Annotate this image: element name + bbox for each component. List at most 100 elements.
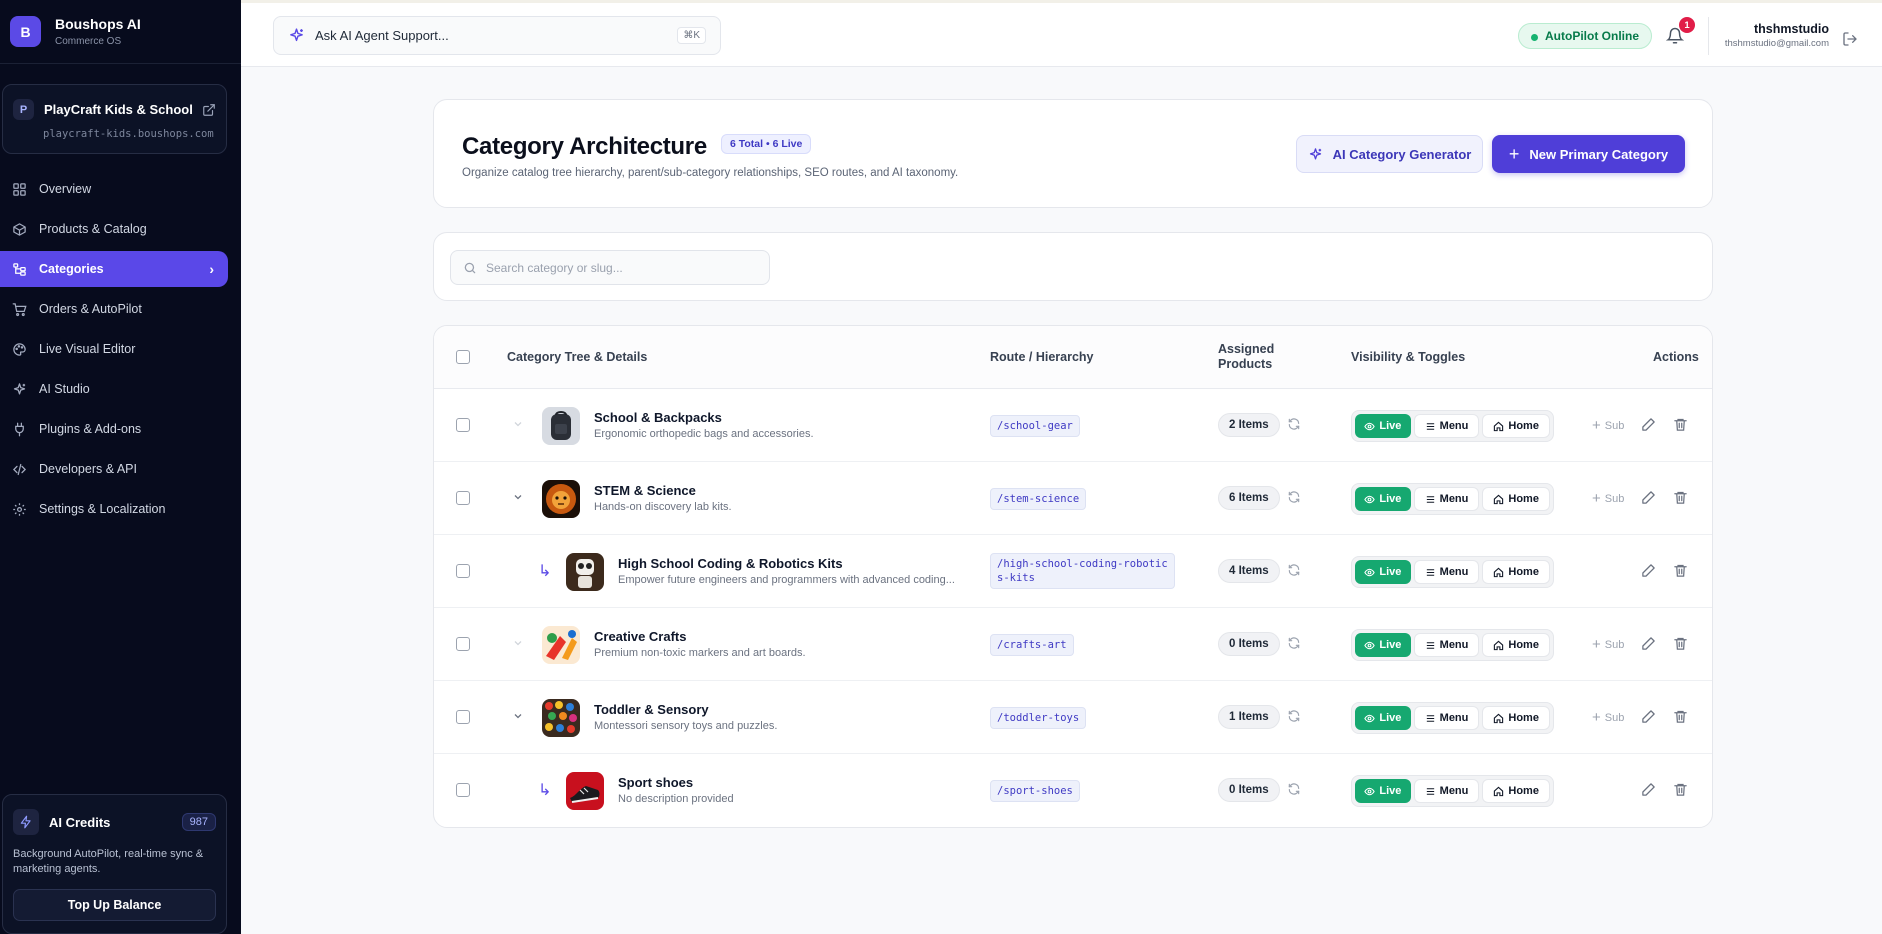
trash-icon[interactable] [1673,417,1688,432]
top-up-button[interactable]: Top Up Balance [13,889,216,921]
ask-ai-label: Ask AI Agent Support... [315,28,449,43]
menu-icon [1426,568,1434,576]
ask-ai-support[interactable]: Ask AI Agent Support... ⌘K [273,16,721,55]
category-name: Toddler & Sensory [594,702,709,717]
sidebar-item-label: Developers & API [39,462,137,476]
trash-icon[interactable] [1673,563,1688,578]
sidebar-item-developers[interactable]: Developers & API [0,451,228,487]
new-primary-category-button[interactable]: + New Primary Category [1492,135,1685,173]
sidebar-item-products[interactable]: Products & Catalog [0,211,228,247]
table-row[interactable]: ↳ High School Coding & Robotics Kits Emp… [434,535,1712,608]
trash-icon[interactable] [1673,636,1688,651]
store-url: playcraft-kids.boushops.com [43,128,214,140]
live-toggle[interactable]: Live [1355,414,1411,438]
table-row[interactable]: Creative Crafts Premium non-toxic marker… [434,608,1712,681]
table-row[interactable]: ↳ Sport shoes No description provided /s… [434,754,1712,827]
ai-category-generator-button[interactable]: AI Category Generator [1296,135,1483,173]
sparkle-icon [1309,147,1321,159]
row-checkbox[interactable] [456,418,470,432]
table-row[interactable]: Toddler & Sensory Montessori sensory toy… [434,681,1712,754]
category-thumbnail [542,626,580,664]
eye-icon [1364,714,1376,722]
chevron-down-icon[interactable] [512,491,524,503]
logout-icon[interactable] [1842,31,1858,47]
external-link-icon[interactable] [202,103,216,117]
route-slug: /stem-science [990,488,1087,510]
trash-icon[interactable] [1673,709,1688,724]
add-subcategory-button[interactable]: + Sub [1592,417,1624,434]
home-toggle[interactable]: Home [1482,414,1550,438]
menu-toggle[interactable]: Menu [1413,633,1480,657]
live-toggle[interactable]: Live [1355,779,1411,803]
live-toggle[interactable]: Live [1355,560,1411,584]
count-badge: 6 Total • 6 Live [721,134,812,154]
chevron-right-icon: › [209,261,214,277]
row-checkbox[interactable] [456,491,470,505]
category-description: Ergonomic orthopedic bags and accessorie… [594,428,814,440]
chevron-down-icon[interactable] [512,710,524,722]
table-row[interactable]: STEM & Science Hands-on discovery lab ki… [434,462,1712,535]
search-box[interactable] [450,250,770,285]
chevron-down-icon[interactable] [512,637,524,649]
sync-icon[interactable] [1287,636,1301,650]
table-row[interactable]: School & Backpacks Ergonomic orthopedic … [434,389,1712,462]
sync-icon[interactable] [1287,709,1301,723]
home-toggle[interactable]: Home [1482,633,1550,657]
row-checkbox[interactable] [456,783,470,797]
sync-icon[interactable] [1287,782,1301,796]
sync-icon[interactable] [1287,490,1301,504]
search-input[interactable] [486,260,756,275]
category-description: No description provided [618,793,734,805]
pencil-icon[interactable] [1641,490,1656,505]
chevron-down-icon[interactable] [512,418,524,430]
menu-toggle[interactable]: Menu [1413,779,1480,803]
add-subcategory-button[interactable]: + Sub [1592,490,1624,507]
store-switcher[interactable]: P PlayCraft Kids & School playcraft-kids… [2,84,227,154]
sidebar-item-categories[interactable]: Categories › [0,251,228,287]
pencil-icon[interactable] [1641,709,1656,724]
sidebar-item-visual-editor[interactable]: Live Visual Editor [0,331,228,367]
menu-toggle[interactable]: Menu [1413,706,1480,730]
eye-icon [1364,495,1376,503]
plus-icon: + [1592,709,1601,726]
sidebar-item-overview[interactable]: Overview [0,171,228,207]
menu-toggle[interactable]: Menu [1413,560,1480,584]
page-header-card: Category Architecture 6 Total • 6 Live O… [433,99,1713,208]
add-subcategory-button[interactable]: + Sub [1592,709,1624,726]
menu-toggle[interactable]: Menu [1413,487,1480,511]
home-toggle[interactable]: Home [1482,560,1550,584]
pencil-icon[interactable] [1641,563,1656,578]
select-all-checkbox[interactable] [456,350,470,364]
brand[interactable]: B Boushops AI Commerce OS [0,0,241,64]
live-toggle[interactable]: Live [1355,487,1411,511]
sidebar-item-plugins[interactable]: Plugins & Add-ons [0,411,228,447]
live-toggle[interactable]: Live [1355,633,1411,657]
sync-icon[interactable] [1287,563,1301,577]
home-toggle[interactable]: Home [1482,706,1550,730]
pencil-icon[interactable] [1641,636,1656,651]
sidebar-item-ai-studio[interactable]: AI Studio [0,371,228,407]
menu-label: Menu [1439,639,1469,651]
row-checkbox[interactable] [456,637,470,651]
menu-toggle[interactable]: Menu [1413,414,1480,438]
category-description: Montessori sensory toys and puzzles. [594,720,778,732]
live-toggle[interactable]: Live [1355,706,1411,730]
sync-icon[interactable] [1287,417,1301,431]
pencil-icon[interactable] [1641,782,1656,797]
row-checkbox[interactable] [456,564,470,578]
pencil-icon[interactable] [1641,417,1656,432]
add-subcategory-button[interactable]: + Sub [1592,636,1624,653]
sidebar-item-orders[interactable]: Orders & AutoPilot [0,291,228,327]
live-label: Live [1379,566,1402,578]
row-checkbox[interactable] [456,710,470,724]
home-toggle[interactable]: Home [1482,779,1550,803]
sidebar-item-settings[interactable]: Settings & Localization [0,491,228,527]
palette-icon [13,342,26,356]
menu-label: Menu [1439,493,1469,505]
sub-label: Sub [1604,419,1625,432]
trash-icon[interactable] [1673,782,1688,797]
user-menu[interactable]: thshmstudio thshmstudio@gmail.com [1711,22,1829,49]
home-toggle[interactable]: Home [1482,487,1550,511]
category-description: Hands-on discovery lab kits. [594,501,732,513]
trash-icon[interactable] [1673,490,1688,505]
